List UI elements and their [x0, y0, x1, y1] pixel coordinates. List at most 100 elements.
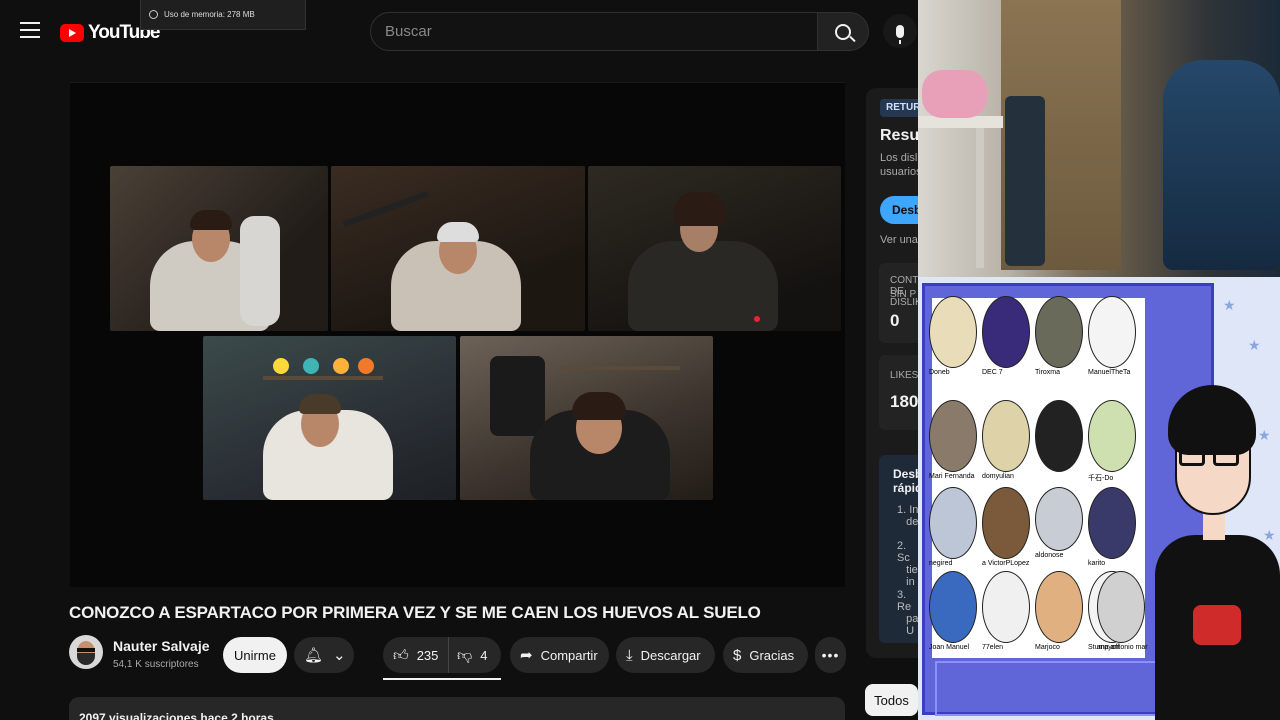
supporter-card: ana antonio mar: [1097, 571, 1148, 651]
headphones: [437, 222, 479, 242]
supporter-avatar: [1035, 296, 1083, 368]
supporter-avatar: [1088, 487, 1136, 559]
like-ratio-bar: [383, 678, 501, 680]
supporter-name: Doneb: [929, 369, 950, 376]
tip-text: tie: [906, 564, 918, 576]
supporter-card: ManuelTheTa: [1088, 296, 1138, 376]
person-hair: [674, 192, 726, 226]
tip-text: In: [909, 504, 918, 516]
tip-text: de: [906, 516, 918, 528]
video-cam-tile: [331, 166, 585, 331]
gauge-icon: [149, 10, 158, 19]
supporter-name: aldonose: [1035, 552, 1064, 559]
supporter-card: Mari Fernanda: [929, 400, 979, 480]
search-button[interactable]: [817, 12, 869, 51]
supporter-name: Marjoco: [1035, 644, 1060, 651]
filter-chip-all[interactable]: Todos: [865, 684, 918, 716]
gaming-chair: [1163, 60, 1280, 270]
supporter-card: aldonose: [1035, 487, 1085, 559]
character-glasses: [1213, 450, 1239, 466]
supporter-avatar: [929, 571, 977, 643]
description-box[interactable]: 2097 visualizaciones hace 2 horas: [69, 697, 845, 720]
streamer-avatar-character: [1155, 385, 1280, 720]
pink-object: [922, 70, 987, 118]
supporter-card: Doneb: [929, 296, 979, 376]
supporter-card: negired: [929, 487, 979, 567]
stat-label: SIN P: [890, 289, 917, 300]
stat-label: LIKES: [890, 370, 918, 381]
supporter-avatar: [982, 400, 1030, 472]
extension-link[interactable]: Ver una v: [880, 234, 918, 246]
webcam-overlay: [918, 0, 1280, 277]
tip-item: 2. Sc tie in: [897, 540, 918, 588]
tip-item: 3. Re pa U: [897, 589, 918, 637]
supporter-card: 77elen: [982, 571, 1032, 651]
supporter-card: karito: [1088, 487, 1138, 567]
subscriber-count: 54,1 K suscriptores: [113, 659, 199, 670]
extension-text: usuarios: [880, 166, 918, 178]
supporter-avatar: [1035, 571, 1083, 643]
channel-name[interactable]: Nauter Salvaje: [113, 638, 210, 654]
tip-item: 1. In de: [897, 504, 918, 528]
extension-primary-button[interactable]: Desb: [880, 196, 918, 224]
hoodie-poster: [490, 356, 545, 436]
tip-text: Sc: [897, 552, 910, 564]
person-hair: [299, 394, 341, 414]
like-button[interactable]: 👍︎ 235: [383, 637, 449, 673]
chevron-down-icon: ⌄: [333, 646, 346, 664]
extension-title: Resum: [880, 127, 918, 144]
voice-search-button[interactable]: [883, 14, 917, 48]
supporter-card: Marjoco: [1035, 571, 1085, 651]
tip-number: 3.: [897, 589, 907, 601]
notifications-button[interactable]: 🔔︎ ⌄: [294, 637, 354, 673]
supporter-avatar: [1035, 487, 1083, 551]
tips-title: Desbl rápid: [893, 467, 918, 495]
menu-icon[interactable]: [20, 22, 40, 42]
supporter-avatar: [1088, 400, 1136, 472]
download-label: Descargar: [640, 647, 701, 663]
star-decoration: ★: [1248, 337, 1261, 353]
plush-toy: [303, 358, 319, 374]
dislike-button[interactable]: 👎︎ 4: [449, 648, 487, 663]
mic-icon: [896, 24, 904, 44]
supporter-name: ana antonio mar: [1097, 644, 1148, 651]
room-chair: [1005, 96, 1045, 266]
supporter-name: 77elen: [982, 644, 1004, 651]
channel-avatar[interactable]: [69, 635, 103, 669]
supporter-card: domyulian: [982, 400, 1032, 480]
room-table-leg: [976, 128, 984, 268]
headphones: [572, 392, 626, 420]
video-cam-tile: [110, 166, 328, 331]
mic-arm: [342, 190, 430, 228]
avatar-glasses: [77, 648, 95, 652]
plush-toy: [333, 358, 349, 374]
tips-title-line: rápid: [893, 481, 918, 495]
supporter-avatar: [1097, 571, 1145, 643]
search-input[interactable]: Buscar: [370, 12, 818, 51]
tip-text: U: [906, 625, 915, 637]
download-button[interactable]: ⤓ Descargar: [616, 637, 715, 673]
video-player[interactable]: [70, 82, 845, 587]
like-dislike-group: 👍︎ 235 👎︎ 4: [383, 637, 501, 673]
join-button[interactable]: Unirme: [223, 637, 287, 673]
tips-title-line: Desbl: [893, 467, 918, 481]
star-decoration: ★: [1223, 297, 1236, 313]
supporter-name: 千石-Do: [1088, 475, 1114, 482]
shelf: [263, 376, 383, 380]
supporter-name: a VictorPLopez: [982, 560, 1030, 567]
extension-text: Los disli: [880, 152, 918, 164]
supporter-avatar: [1035, 400, 1083, 472]
supporter-card: Tiroxma: [1035, 296, 1085, 376]
top-bar: YouTube Uso de memoria: 278 MB Buscar: [0, 0, 918, 64]
red-light: [754, 316, 760, 322]
more-actions-button[interactable]: •••: [815, 637, 846, 673]
thanks-icon: $: [733, 646, 742, 664]
supporter-avatar: [1088, 296, 1136, 368]
supporter-card: Joan Manuel: [929, 571, 979, 651]
plush-toy: [273, 358, 289, 374]
share-button[interactable]: ➦ Compartir: [510, 637, 609, 673]
tip-number: 2.: [897, 540, 907, 552]
thanks-label: Gracias: [749, 647, 795, 663]
thanks-button[interactable]: $ Gracias: [723, 637, 808, 673]
youtube-page: YouTube Uso de memoria: 278 MB Buscar CO…: [0, 0, 918, 720]
